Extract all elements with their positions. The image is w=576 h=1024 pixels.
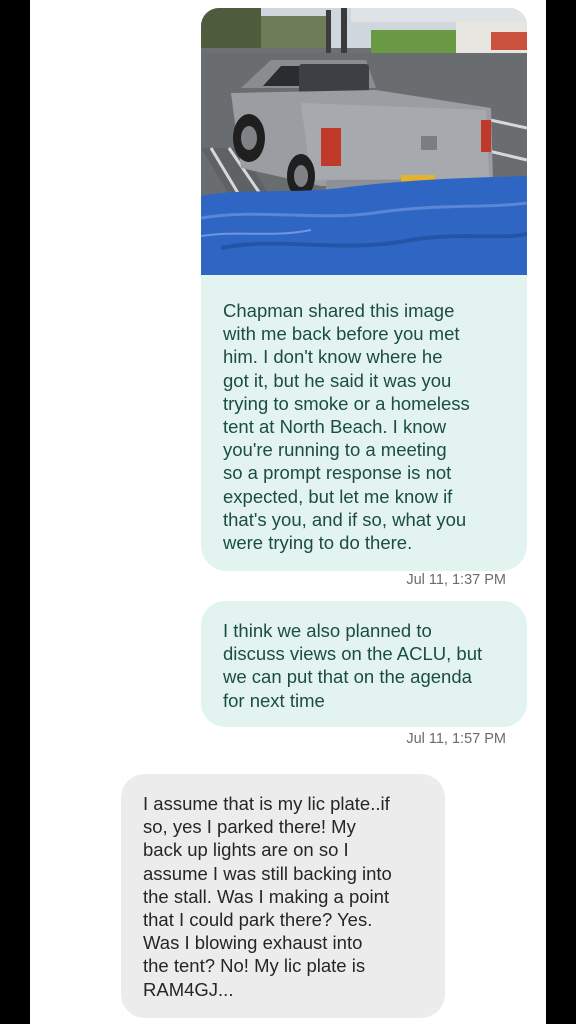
conversation-screen: Chapman shared this image with me back b… [30, 0, 546, 1024]
sent-message-bubble[interactable]: Chapman shared this image with me back b… [201, 275, 527, 571]
received-message-bubble[interactable]: I assume that is my lic plate..if so, ye… [121, 774, 445, 1018]
sent-message-bubble[interactable]: I think we also planned to discuss views… [201, 601, 527, 727]
message-timestamp: Jul 11, 1:57 PM [406, 731, 506, 747]
truck-photo-image [201, 8, 527, 275]
truck-photo-attachment[interactable] [201, 8, 527, 275]
message-timestamp: Jul 11, 1:37 PM [406, 572, 506, 588]
